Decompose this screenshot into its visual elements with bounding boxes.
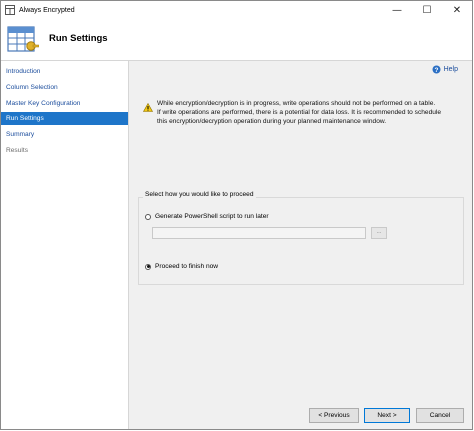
svg-text:?: ?	[434, 67, 438, 74]
help-link[interactable]: ? Help	[432, 65, 458, 74]
minimize-button[interactable]: —	[382, 1, 412, 19]
window-title: Always Encrypted	[19, 6, 75, 14]
nav-item-column-selection[interactable]: Column Selection	[1, 81, 128, 94]
warning-icon	[143, 103, 153, 112]
generate-script-radio[interactable]	[145, 213, 151, 220]
app-icon	[5, 5, 15, 15]
title-bar: Always Encrypted — ☐ ✕	[1, 1, 472, 19]
close-button[interactable]: ✕	[442, 1, 472, 19]
previous-button[interactable]: < Previous	[309, 408, 359, 423]
warning-line: If write operations are performed, there…	[157, 108, 442, 116]
maximize-button[interactable]: ☐	[412, 1, 442, 19]
wizard-steps-nav: Introduction Column Selection Master Key…	[1, 61, 129, 429]
warning-line: While encryption/decryption is in progre…	[157, 100, 436, 107]
proceed-finish-option[interactable]: Proceed to finish now	[145, 263, 218, 270]
nav-item-master-key-configuration[interactable]: Master Key Configuration	[1, 97, 128, 110]
proceed-options-legend: Select how you would like to proceed	[143, 191, 256, 198]
cancel-button[interactable]: Cancel	[416, 408, 464, 423]
nav-item-introduction[interactable]: Introduction	[1, 65, 128, 78]
generate-script-label: Generate PowerShell script to run later	[155, 213, 269, 220]
proceed-finish-label: Proceed to finish now	[155, 263, 219, 270]
next-button[interactable]: Next >	[364, 408, 410, 423]
radio-selected-dot	[146, 265, 150, 268]
nav-item-results: Results	[6, 147, 28, 154]
nav-item-summary[interactable]: Summary	[1, 128, 128, 141]
help-label: Help	[443, 66, 458, 73]
proceed-finish-radio[interactable]	[145, 263, 151, 270]
wizard-header: Run Settings	[1, 19, 472, 61]
browse-button[interactable]: ...	[371, 227, 387, 239]
script-path-input[interactable]	[152, 227, 366, 239]
generate-script-option[interactable]: Generate PowerShell script to run later	[145, 213, 269, 220]
proceed-options-group	[138, 197, 464, 285]
help-icon: ?	[432, 65, 441, 74]
warning-message: While encryption/decryption is in progre…	[157, 100, 457, 126]
nav-item-run-settings[interactable]: Run Settings	[1, 112, 128, 125]
wizard-window: Always Encrypted — ☐ ✕ Run Settings Intr…	[0, 0, 473, 430]
warning-line: this encryption/decryption operation dur…	[157, 117, 387, 125]
encrypted-table-icon	[7, 26, 39, 52]
window-controls: — ☐ ✕	[382, 1, 472, 19]
page-title: Run Settings	[49, 33, 108, 44]
